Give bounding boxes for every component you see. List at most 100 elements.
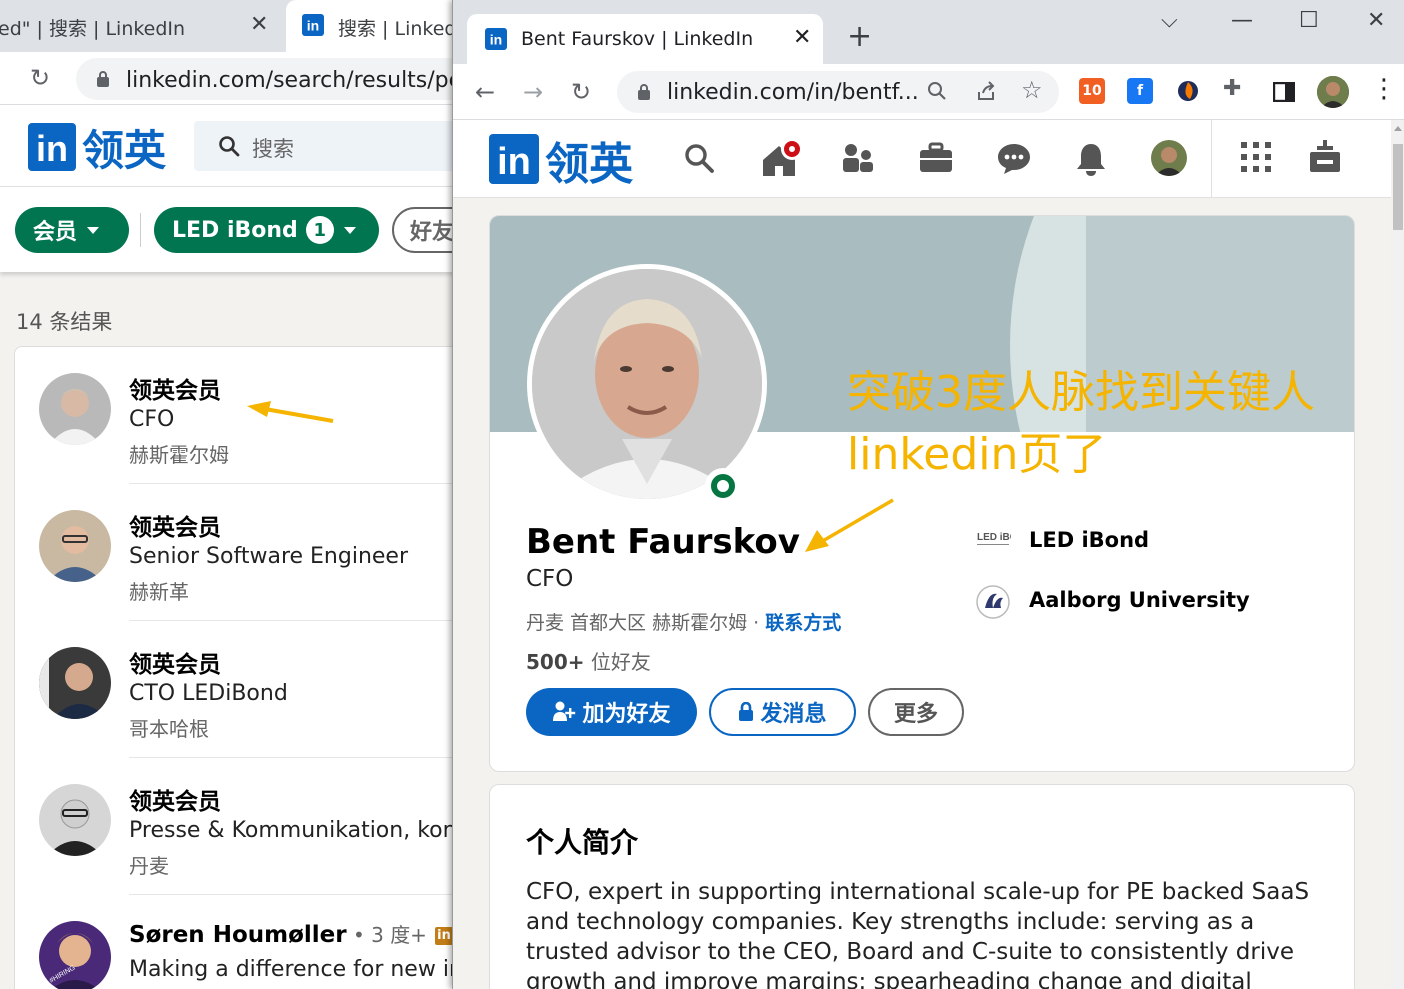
result-item[interactable]: 领英会员 CTO LEDiBond 哥本哈根 (15, 621, 470, 758)
avatar (39, 373, 111, 445)
left-address-bar: ↻ linkedin.com/search/results/peo (0, 52, 470, 104)
extensions-puzzle-icon[interactable]: ✚ (1223, 76, 1241, 101)
result-location: 丹麦 (129, 854, 169, 878)
result-name[interactable]: 领英会员 (129, 782, 221, 816)
notification-dot-inner (789, 146, 795, 152)
search-input[interactable]: 搜索 (194, 121, 470, 171)
filter-company-button[interactable]: LED iBond 1 (154, 207, 379, 253)
me-avatar[interactable] (1151, 140, 1187, 176)
logo-text: LED iBOND (977, 532, 1011, 543)
notifications-bell-icon[interactable] (1075, 142, 1107, 176)
tab-profile[interactable]: in Bent Faurskov | LinkedIn ✕ (467, 14, 823, 64)
result-location: 赫新革 (129, 580, 189, 604)
svg-text:in: in (307, 18, 319, 34)
tab-title: 搜索 | LinkedI (338, 18, 463, 40)
linkedin-premium-icon: in (434, 926, 453, 945)
right-tab-strip: in Bent Faurskov | LinkedIn ✕ + ⌵ — ☐ ✕ (453, 0, 1404, 64)
result-name[interactable]: 领英会员 (129, 371, 221, 405)
chrome-profile-avatar[interactable] (1317, 76, 1349, 108)
annotation-line-2: linkedin页了 (847, 429, 1107, 480)
profile-headline: CFO (526, 566, 574, 592)
svg-text:in: in (497, 141, 531, 183)
window-close-button[interactable]: ✕ (1367, 8, 1385, 33)
connect-label: 加为好友 (582, 702, 671, 727)
result-name[interactable]: 领英会员 (129, 645, 221, 679)
result-count: 14 条结果 (16, 310, 113, 334)
result-title: Making a difference for new ir (129, 957, 458, 982)
reload-icon[interactable]: ↻ (30, 64, 50, 92)
back-icon[interactable]: ← (475, 78, 495, 106)
search-icon[interactable] (683, 142, 715, 174)
scroll-up-arrow-icon[interactable] (1394, 126, 1402, 131)
close-icon[interactable]: ✕ (793, 25, 811, 50)
result-item[interactable]: 领英会员 Senior Software Engineer 赫新革 (15, 484, 470, 621)
extension-flame-icon[interactable] (1175, 78, 1201, 104)
page-scrollbar[interactable] (1391, 120, 1404, 989)
search-icon[interactable] (927, 81, 947, 101)
result-title: CTO LEDiBond (129, 681, 288, 706)
recruiter-icon[interactable] (1309, 140, 1341, 174)
brand-text: 领英 (545, 139, 633, 190)
left-tab-strip: ed" | 搜索 | LinkedIn ✕ in 搜索 | LinkedI (0, 0, 470, 52)
filter-members-button[interactable]: 会员 (15, 207, 129, 253)
profile-name: Bent Faurskov (526, 522, 800, 562)
chrome-menu-icon[interactable]: ⋮ (1371, 74, 1397, 104)
forward-icon[interactable]: → (523, 78, 543, 106)
scroll-thumb[interactable] (1393, 144, 1403, 230)
result-title: CFO (129, 407, 175, 432)
svg-text:in: in (36, 128, 68, 169)
profile-photo[interactable] (527, 264, 767, 504)
annotation-text: 突破3度人脉找到关键人 linkedin页了 (847, 362, 1315, 486)
reload-icon[interactable]: ↻ (571, 78, 591, 106)
arrow-annotation-icon (805, 498, 894, 552)
online-status-badge (705, 468, 741, 504)
bookmark-star-icon[interactable]: ☆ (1021, 76, 1043, 104)
contact-info-link[interactable]: 联系方式 (765, 612, 841, 634)
connections-count[interactable]: 500+ 位好友 (526, 646, 651, 675)
close-icon[interactable]: ✕ (250, 12, 268, 37)
my-network-icon[interactable] (841, 142, 875, 174)
tab-search-results-1[interactable]: ed" | 搜索 | LinkedIn ✕ (0, 0, 282, 52)
result-name[interactable]: 领英会员 (129, 508, 221, 542)
connect-button[interactable]: 加为好友 (526, 688, 697, 736)
omnibox[interactable]: linkedin.com/search/results/peo (76, 58, 470, 100)
result-location: 哥本哈根 (129, 717, 209, 741)
university-seal-icon (975, 584, 1011, 620)
home-nav-item[interactable] (761, 138, 807, 178)
result-item[interactable]: 领英会员 CFO 赫斯霍尔姆 (15, 347, 470, 484)
minimize-button[interactable]: — (1231, 8, 1253, 33)
maximize-button[interactable]: ☐ (1299, 8, 1319, 33)
share-icon[interactable] (975, 80, 997, 102)
search-results-list: 领英会员 CFO 赫斯霍尔姆 领英会员 Senior Software Engi… (14, 346, 470, 989)
url-text: linkedin.com/search/results/peo (126, 68, 470, 93)
left-linkedin-header: in 领英 搜索 (0, 104, 470, 186)
result-title: Senior Software Engineer (129, 544, 409, 569)
profile-location: 丹麦 首都大区 赫斯霍尔姆 · 联系方式 (526, 608, 841, 635)
message-button[interactable]: 发消息 (709, 688, 856, 736)
result-item[interactable]: #HIRING Søren Houmøller • 3 度+ in Making… (15, 895, 470, 989)
foreground-browser-window: in Bent Faurskov | LinkedIn ✕ + ⌵ — ☐ ✕ … (452, 0, 1404, 989)
lock-icon (97, 71, 109, 87)
extension-facebook-icon[interactable]: f (1127, 78, 1153, 104)
apps-grid-icon[interactable] (1241, 142, 1271, 172)
new-tab-button[interactable]: + (847, 22, 872, 52)
tab-search-icon[interactable]: ⌵ (1161, 8, 1178, 33)
tab-search-results-2[interactable]: in 搜索 | LinkedI (286, 0, 470, 52)
omnibox[interactable]: linkedin.com/in/bentf... ☆ (617, 71, 1059, 113)
messaging-icon[interactable] (997, 142, 1031, 174)
linkedin-favicon-icon: in (302, 14, 324, 36)
about-text: CFO, expert in supporting international … (526, 879, 1310, 989)
more-button[interactable]: 更多 (868, 688, 964, 736)
jobs-briefcase-icon[interactable] (919, 142, 953, 174)
more-label: 更多 (893, 702, 938, 727)
about-heading: 个人简介 (526, 826, 639, 859)
avatar: #HIRING (39, 921, 111, 989)
tab-title: Bent Faurskov | LinkedIn (521, 28, 754, 50)
extension-ten-icon[interactable]: 10 (1079, 78, 1105, 104)
result-name[interactable]: Søren Houmøller • 3 度+ in (129, 919, 453, 948)
background-browser-window: ed" | 搜索 | LinkedIn ✕ in 搜索 | LinkedI ↻ … (0, 0, 470, 989)
result-item[interactable]: 领英会员 Presse & Kommunikation, kon 丹麦 (15, 758, 470, 895)
arrow-annotation-icon (247, 401, 334, 423)
linkedin-in-icon: in (489, 134, 539, 184)
side-panel-icon[interactable] (1273, 82, 1295, 102)
